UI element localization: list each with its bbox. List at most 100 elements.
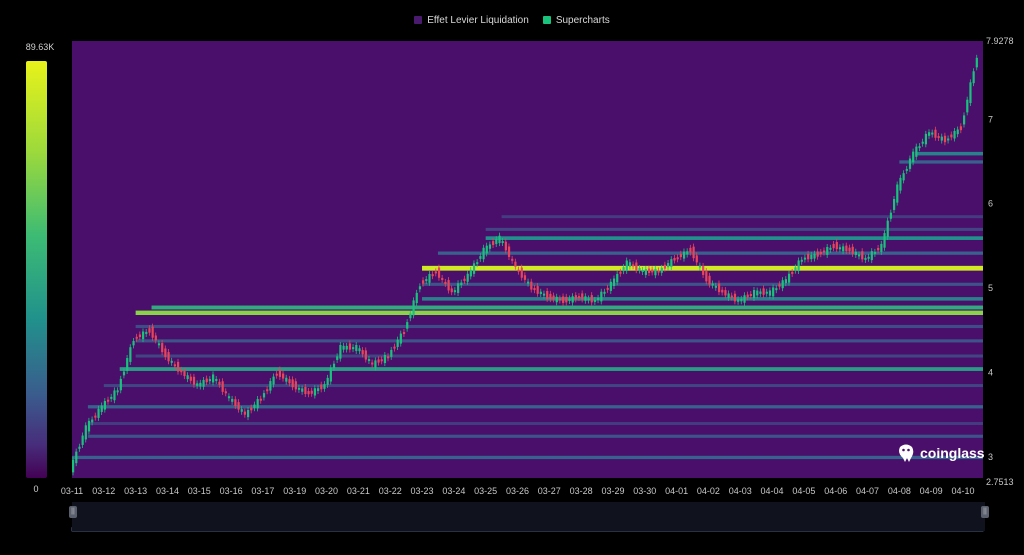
candle-body: [380, 359, 383, 362]
candle-body: [622, 267, 625, 272]
candle-body: [122, 371, 126, 376]
candle-body: [746, 294, 749, 298]
candle-body: [422, 280, 425, 284]
navigator-left-handle[interactable]: ||: [69, 506, 77, 518]
candle-body: [367, 359, 371, 362]
candle-body: [256, 399, 259, 409]
candle-body: [934, 129, 937, 138]
liquidation-band: [135, 310, 984, 316]
candle-body: [199, 382, 202, 387]
candle-body: [304, 386, 307, 395]
candle-body: [301, 388, 304, 392]
candle-body: [670, 259, 673, 268]
candle-body: [527, 281, 530, 284]
candle-body: [702, 266, 705, 275]
candle-body: [345, 345, 348, 350]
candle-body: [562, 296, 565, 303]
candle-body: [721, 289, 724, 293]
candle-body: [632, 264, 635, 267]
candle-body: [972, 71, 975, 84]
coinglass-frog-icon: [899, 444, 914, 462]
candle-body: [546, 291, 549, 299]
candle-body: [479, 256, 482, 259]
candle-body: [857, 254, 861, 257]
range-navigator[interactable]: [72, 502, 985, 531]
candle-body: [520, 267, 523, 278]
candle-body: [278, 369, 282, 377]
candle-body: [342, 345, 345, 350]
candle-body: [253, 404, 256, 409]
candle-body: [539, 291, 542, 295]
candle-body: [332, 363, 336, 368]
candle-body: [956, 129, 959, 135]
candle-body: [908, 158, 912, 169]
candle-body: [625, 260, 628, 271]
candle-body: [673, 257, 676, 261]
x-tick-label: 04-08: [888, 486, 911, 496]
candle-body: [730, 295, 733, 298]
candle-body: [947, 138, 950, 141]
candle-body: [415, 292, 418, 304]
y-tick-label: 6: [988, 199, 993, 209]
candle-body: [396, 339, 399, 347]
candle-body: [829, 247, 832, 250]
candle-body: [679, 253, 682, 258]
candle-body: [555, 296, 558, 303]
candle-body: [463, 278, 466, 282]
candle-body: [167, 352, 170, 362]
candle-body: [196, 383, 199, 386]
x-tick-label: 04-09: [920, 486, 943, 496]
candle-body: [899, 177, 902, 191]
candle-body: [542, 293, 546, 296]
candle-body: [180, 369, 183, 373]
candle-body: [943, 135, 947, 143]
liquidation-band: [501, 215, 983, 219]
candle-body: [161, 343, 164, 353]
coinglass-watermark: coinglass: [897, 443, 985, 463]
candle-body: [323, 384, 326, 389]
candle-body: [313, 388, 317, 396]
candle-body: [762, 288, 765, 295]
candle-body: [660, 267, 663, 273]
candle-body: [275, 373, 278, 376]
liquidation-band: [485, 227, 983, 231]
candle-body: [536, 286, 539, 294]
candle-body: [84, 425, 87, 440]
candle-body: [154, 335, 157, 341]
candle-body: [291, 379, 294, 388]
candle-body: [110, 396, 113, 399]
candle-body: [842, 246, 845, 252]
y-bottom-label: 2.7513: [986, 477, 1014, 487]
liquidation-band: [485, 236, 983, 240]
candle-body: [320, 384, 323, 390]
candle-body: [148, 328, 151, 333]
y-tick-label: 3: [988, 452, 993, 462]
navigator-right-handle[interactable]: ||: [981, 506, 989, 518]
candle-body: [772, 287, 775, 297]
candle-body: [635, 262, 638, 271]
x-tick-label: 03-28: [570, 486, 593, 496]
candle-body: [638, 268, 641, 271]
candle-body: [371, 362, 374, 365]
liquidation-band: [72, 455, 983, 460]
candle-body: [243, 411, 247, 415]
candle-body: [135, 336, 138, 339]
candle-body: [72, 459, 75, 473]
candle-body: [902, 173, 905, 181]
x-tick-label: 03-30: [633, 486, 656, 496]
x-tick-label: 03-25: [474, 486, 497, 496]
x-tick-label: 03-17: [251, 486, 274, 496]
candle-body: [97, 408, 100, 418]
candle-body: [466, 273, 469, 282]
candle-body: [348, 343, 352, 350]
candle-body: [616, 273, 619, 283]
candle-body: [969, 82, 972, 104]
heatmap-chart[interactable]: 345677.92782.7513 03-11 03-12 03-13 03-14 03…: [0, 0, 1024, 555]
candle-body: [91, 419, 94, 423]
candle-body: [717, 283, 721, 293]
candle-body: [628, 262, 632, 267]
candle-body: [838, 247, 842, 250]
candle-body: [975, 57, 978, 68]
candle-body: [221, 381, 224, 392]
liquidation-band: [135, 339, 984, 343]
